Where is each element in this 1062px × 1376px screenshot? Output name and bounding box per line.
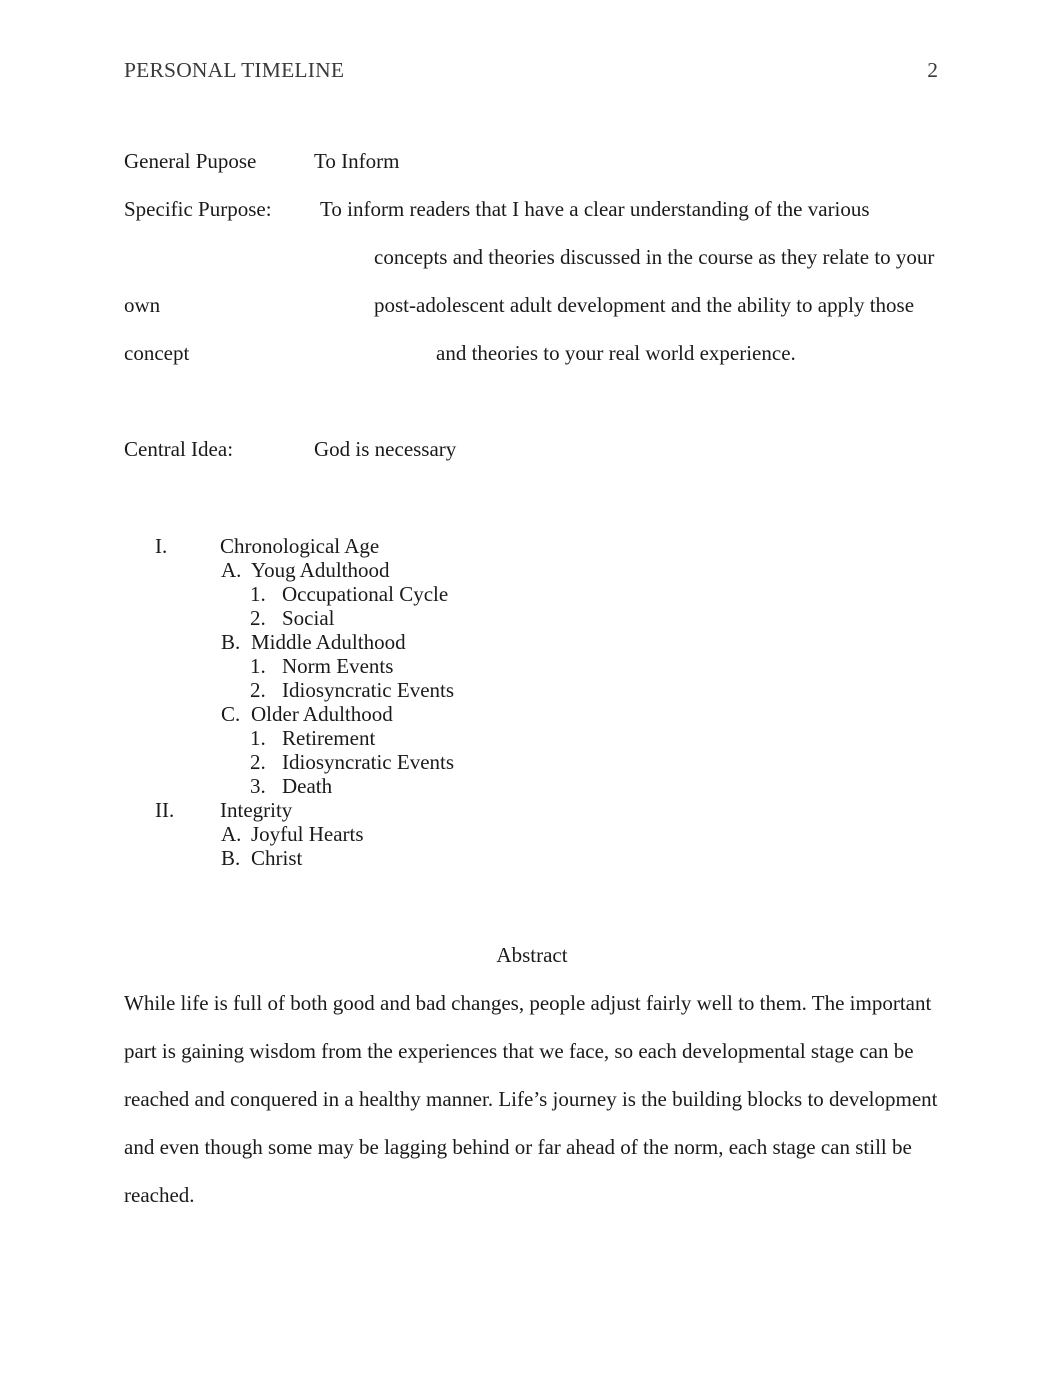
outline-item-marker: A. — [221, 822, 242, 846]
running-head: PERSONAL TIMELINE 2 — [124, 58, 938, 86]
outline-item: 2. Idiosyncratic Events — [124, 678, 824, 702]
outline-item-label: Youg Adulthood — [251, 558, 390, 582]
general-purpose-row: General Pupose To Inform — [124, 146, 944, 194]
outline-item-marker: I. — [155, 534, 168, 558]
outline-item-marker: 1. — [250, 726, 266, 750]
outline-item: II. Integrity — [124, 798, 824, 822]
outline-item: 1. Retirement — [124, 726, 824, 750]
abstract-line: reached and conquered in a healthy manne… — [124, 1087, 938, 1111]
outline-item-marker: 1. — [250, 654, 266, 678]
specific-purpose-label: Specific Purpose: — [124, 197, 272, 221]
outline-item-label: Death — [282, 774, 333, 798]
outline-item: I. Chronological Age — [124, 534, 824, 558]
specific-purpose-row: Specific Purpose: To inform readers that… — [124, 194, 944, 242]
general-purpose-label: General Pupose — [124, 149, 257, 173]
running-head-title: PERSONAL TIMELINE — [124, 58, 345, 82]
outline-item-label: Christ — [251, 846, 303, 870]
outline-item-label: Retirement — [282, 726, 376, 750]
outline-item: B. Christ — [124, 846, 824, 870]
outline-list: I. Chronological Age A. Youg Adulthood 1. Occ… — [124, 534, 824, 870]
outline-item-label: Joyful Hearts — [251, 822, 364, 846]
outline-item-label: Norm Events — [282, 654, 394, 678]
outline-item-marker: B. — [221, 630, 241, 654]
general-purpose-value: To Inform — [314, 149, 400, 173]
specific-purpose-line-3: post-adolescent adult development and th… — [374, 293, 915, 317]
outline-item: 2. Social — [124, 606, 824, 630]
outline-item: B. Middle Adulthood — [124, 630, 824, 654]
outline-item-label: Chronological Age — [220, 534, 380, 558]
page-number: 2 — [927, 58, 938, 82]
outline-item-label: Integrity — [220, 798, 293, 822]
outline-item-marker: 1. — [250, 582, 266, 606]
outline-item: 2. Idiosyncratic Events — [124, 750, 824, 774]
outline-item-marker: B. — [221, 846, 241, 870]
abstract-line: and even though some may be lagging behi… — [124, 1135, 912, 1159]
specific-purpose-stray-word-own: own — [124, 293, 161, 317]
outline-item-marker: A. — [221, 558, 242, 582]
outline-item: C. Older Adulthood — [124, 702, 824, 726]
outline-item-marker: II. — [155, 798, 175, 822]
specific-purpose-line-4: and theories to your real world experien… — [436, 341, 796, 365]
outline-item: 1. Norm Events — [124, 654, 824, 678]
abstract-line: While life is full of both good and bad … — [124, 991, 932, 1015]
outline-item-marker: 2. — [250, 678, 266, 702]
central-idea-value: God is necessary — [314, 437, 457, 461]
specific-purpose-row-continued-1: concepts and theories discussed in the c… — [124, 242, 944, 290]
outline-item: 1. Occupational Cycle — [124, 582, 824, 606]
outline-item: A. Joyful Hearts — [124, 822, 824, 846]
central-idea-row: Central Idea: God is necessary — [124, 434, 944, 482]
abstract-line: reached. — [124, 1183, 195, 1207]
outline-item-label: Idiosyncratic Events — [282, 678, 455, 702]
outline-item-label: Older Adulthood — [251, 702, 393, 726]
specific-purpose-line-1: To inform readers that I have a clear un… — [320, 197, 870, 221]
central-idea-label: Central Idea: — [124, 437, 234, 461]
outline-item-label: Middle Adulthood — [251, 630, 406, 654]
outline-item: 3. Death — [124, 774, 824, 798]
outline-item-marker: 2. — [250, 750, 266, 774]
purpose-block: General Pupose To Inform Specific Purpos… — [124, 146, 944, 386]
abstract-heading: Abstract — [496, 943, 568, 967]
outline-item: A. Youg Adulthood — [124, 558, 824, 582]
specific-purpose-row-continued-2: own post-adolescent adult development an… — [124, 290, 944, 338]
outline-item-label: Idiosyncratic Events — [282, 750, 455, 774]
specific-purpose-line-2: concepts and theories discussed in the c… — [374, 245, 935, 269]
outline-item-label: Social — [282, 606, 335, 630]
specific-purpose-row-continued-3: concept and theories to your real world … — [124, 338, 944, 386]
outline-item-marker: 2. — [250, 606, 266, 630]
document-page: PERSONAL TIMELINE 2 General Pupose To In… — [0, 0, 1062, 1376]
abstract-line: part is gaining wisdom from the experien… — [124, 1039, 914, 1063]
specific-purpose-stray-word-concept: concept — [124, 341, 190, 365]
outline-item-marker: 3. — [250, 774, 266, 798]
abstract-body: While life is full of both good and bad … — [124, 988, 944, 1228]
outline-item-marker: C. — [221, 702, 241, 726]
outline-item-label: Occupational Cycle — [282, 582, 449, 606]
